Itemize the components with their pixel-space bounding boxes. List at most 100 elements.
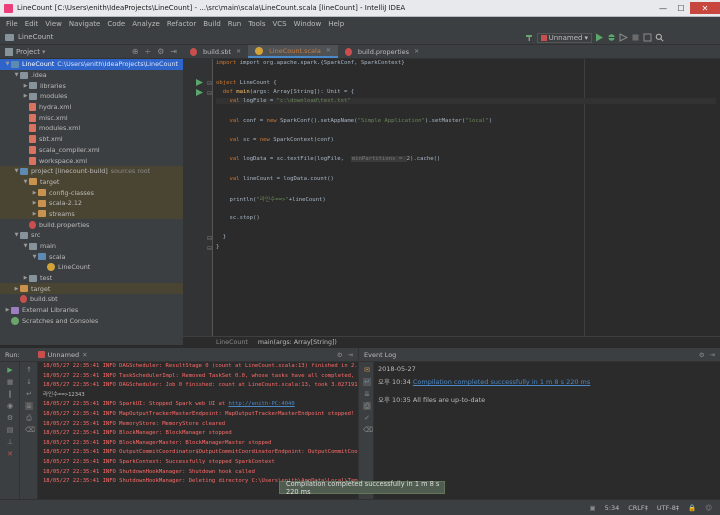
balloon-icon[interactable]: ✉ (363, 366, 371, 374)
hide-icon[interactable]: ⇥ (170, 47, 177, 56)
mark-read-icon[interactable]: ✓ (363, 414, 371, 422)
code-editor[interactable]: import import org.apache.spark.{SparkCon… (213, 59, 720, 336)
run-gutter-icon[interactable] (196, 79, 203, 86)
fold-icon[interactable]: ⊟ (207, 90, 212, 97)
clear-all-icon[interactable]: ⌫ (363, 426, 373, 434)
dump-threads-icon[interactable]: ◉ (6, 402, 14, 410)
pause-output-icon[interactable]: ‖ (6, 390, 14, 398)
hammer-icon[interactable] (525, 33, 534, 42)
project-panel-title[interactable]: Project (16, 48, 40, 56)
lock-icon[interactable]: 🔒 (688, 504, 696, 512)
tree-item[interactable]: ▼ main (0, 241, 183, 252)
collapse-icon[interactable]: ÷ (144, 47, 151, 56)
coverage-icon[interactable] (619, 33, 628, 42)
menu-build[interactable]: Build (203, 20, 221, 28)
tree-item[interactable]: ▼ LineCount C:\Users\enith\IdeaProjects\Li… (0, 59, 183, 70)
tree-item[interactable]: ▼ project [linecount-build] sources root (0, 165, 183, 177)
minimize-button[interactable]: — (654, 2, 672, 14)
settings-icon[interactable]: ⚙ (6, 414, 14, 422)
gear-icon[interactable]: ⚙ (699, 351, 705, 359)
expand-down-icon[interactable]: ▼ (13, 72, 20, 78)
expand-right-icon[interactable]: ▶ (31, 211, 38, 217)
menu-file[interactable]: File (6, 20, 18, 28)
tree-item[interactable]: build.sbt (0, 294, 183, 305)
gear-icon[interactable]: ⚙ (337, 351, 343, 359)
arrow-up-icon[interactable]: ↑ (25, 366, 33, 374)
scroll-to-end-icon[interactable]: ⇊ (363, 390, 371, 398)
run-console[interactable]: 18/05/27 22:35:41 INFO DAGScheduler: Res… (38, 362, 358, 499)
expand-right-icon[interactable]: ▶ (13, 286, 20, 292)
console-link[interactable]: http://enith-PC:4040 (228, 401, 294, 407)
search-icon[interactable] (655, 33, 664, 42)
menu-navigate[interactable]: Navigate (69, 20, 100, 28)
tree-item[interactable]: modules.xml (0, 123, 183, 134)
clear-all-icon[interactable]: ⌫ (25, 426, 35, 434)
fold-icon[interactable]: ⊟ (207, 245, 212, 252)
tree-item[interactable]: workspace.xml (0, 155, 183, 166)
run-tab-unnamed[interactable]: Unnamed ✕ (37, 351, 88, 359)
nav-project-name[interactable]: LineCount (18, 33, 53, 41)
tab-linecount-scala[interactable]: LineCount.scala ✕ (248, 45, 338, 58)
print-icon[interactable]: ⎙ (363, 402, 371, 410)
gear-icon[interactable]: ⚙ (157, 47, 164, 56)
tree-item[interactable]: ▶ test (0, 273, 183, 284)
tab-build-sbt[interactable]: build.sbt ✕ (183, 45, 248, 58)
menu-view[interactable]: View (45, 20, 62, 28)
menu-window[interactable]: Window (294, 20, 322, 28)
rerun-icon[interactable]: ▶ (6, 366, 14, 374)
menu-run[interactable]: Run (228, 20, 241, 28)
expand-down-icon[interactable]: ▼ (13, 168, 20, 174)
menu-edit[interactable]: Edit (25, 20, 39, 28)
event-link[interactable]: Compilation completed successfully in 1 … (413, 378, 590, 386)
expand-right-icon[interactable]: ▶ (22, 83, 29, 89)
project-structure-icon[interactable] (643, 33, 652, 42)
expand-down-icon[interactable]: ▼ (22, 243, 29, 249)
breadcrumb-object[interactable]: LineCount (216, 339, 248, 346)
expand-right-icon[interactable]: ▶ (22, 275, 29, 281)
tree-item[interactable]: LineCount (0, 262, 183, 273)
chevron-down-icon[interactable]: ▾ (42, 48, 46, 56)
menu-code[interactable]: Code (107, 20, 125, 28)
expand-right-icon[interactable]: ▶ (22, 93, 29, 99)
expand-down-icon[interactable]: ▼ (31, 254, 38, 260)
run-config-select[interactable]: Unnamed ▾ (536, 32, 592, 43)
menu-vcs[interactable]: VCS (272, 20, 286, 28)
expand-down-icon[interactable]: ▼ (22, 179, 29, 185)
hide-icon[interactable]: ⇥ (710, 351, 715, 359)
breadcrumb-method[interactable]: main(args: Array[String]) (258, 339, 337, 346)
sync-icon[interactable]: ⊕ (132, 47, 139, 56)
layout-icon[interactable]: ▤ (6, 426, 14, 434)
tree-item[interactable]: ▼ target (0, 176, 183, 188)
expand-right-icon[interactable]: ▶ (31, 190, 38, 196)
tree-item[interactable]: misc.xml (0, 112, 183, 123)
arrow-down-icon[interactable]: ↓ (25, 378, 33, 386)
menu-refactor[interactable]: Refactor (167, 20, 196, 28)
scroll-to-end-icon[interactable]: ⇊ (25, 402, 33, 410)
expand-right-icon[interactable]: ▶ (31, 200, 38, 206)
tree-item[interactable]: ▶ modules (0, 91, 183, 102)
file-encoding[interactable]: UTF-8‡ (657, 504, 679, 512)
tree-item[interactable]: ▶ libraries (0, 80, 183, 91)
run-icon[interactable] (595, 33, 604, 42)
tree-item[interactable]: ▼ .idea (0, 70, 183, 81)
close-icon[interactable]: ✕ (326, 47, 331, 54)
expand-down-icon[interactable]: ▼ (4, 61, 11, 67)
tree-item[interactable]: ▶ target (0, 283, 183, 295)
expand-down-icon[interactable]: ▼ (13, 232, 20, 238)
line-separator[interactable]: CRLF‡ (628, 504, 648, 512)
debug-icon[interactable] (607, 33, 616, 42)
close-button[interactable]: ✕ (690, 2, 720, 14)
tree-item[interactable]: hydra.xml (0, 102, 183, 113)
tree-item[interactable]: ▶ External Libraries (0, 305, 183, 316)
inspector-icon[interactable]: ☺ (705, 504, 712, 512)
tree-item[interactable]: ▼ scala (0, 251, 183, 262)
windows-icon[interactable]: ▣ (589, 504, 595, 512)
stop-icon[interactable]: ■ (6, 378, 14, 386)
print-icon[interactable]: ⎙ (25, 414, 33, 422)
fold-icon[interactable]: ⊟ (207, 80, 212, 87)
tree-item[interactable]: build.properties (0, 219, 183, 230)
tree-item[interactable]: sbt.xml (0, 134, 183, 145)
hide-icon[interactable]: ⇥ (348, 351, 353, 359)
menu-analyze[interactable]: Analyze (132, 20, 160, 28)
tree-item[interactable]: Scratches and Consoles (0, 316, 183, 327)
